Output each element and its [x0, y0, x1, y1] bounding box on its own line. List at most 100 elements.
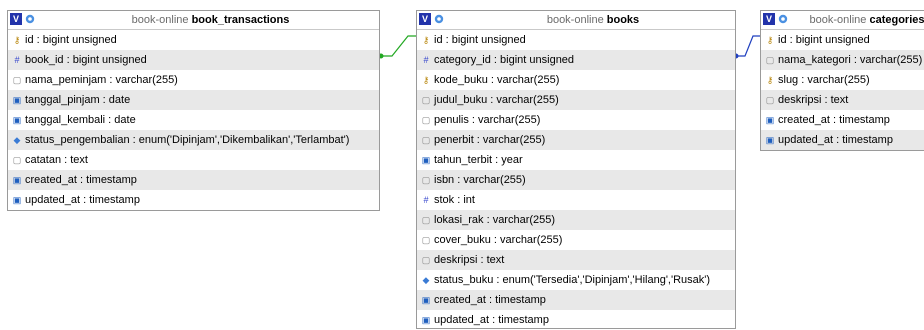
column-row[interactable]: ◆ status_pengembalian : enum('Dipinjam','… — [8, 130, 379, 150]
enum-field-icon: ◆ — [13, 135, 21, 145]
column-row[interactable]: ▣ tanggal_kembali : date — [8, 110, 379, 130]
date-field-icon: ▣ — [421, 155, 431, 165]
key-icon: ⚷ — [766, 75, 774, 85]
column-row[interactable]: ▢ penulis : varchar(255) — [417, 110, 735, 130]
column-label: created_at : timestamp — [434, 294, 546, 306]
column-row[interactable]: ▢ isbn : varchar(255) — [417, 170, 735, 190]
gear-icon[interactable] — [777, 13, 789, 25]
table-header[interactable]: Vbook-online categories — [761, 11, 924, 30]
column-label: created_at : timestamp — [25, 174, 137, 186]
header-icons: V — [10, 13, 36, 27]
column-label: id : bigint unsigned — [25, 34, 117, 46]
column-label: updated_at : timestamp — [434, 314, 549, 326]
column-row[interactable]: # category_id : bigint unsigned — [417, 50, 735, 70]
database-name: book-online — [131, 14, 189, 26]
table-book-transactions[interactable]: Vbook-online book_transactions ⚷ id : bigi… — [7, 10, 380, 211]
column-label: created_at : timestamp — [778, 114, 890, 126]
column-label: tahun_terbit : year — [434, 154, 523, 166]
table-name: categories — [869, 14, 924, 26]
column-row[interactable]: ▢ nama_kategori : varchar(255) — [761, 50, 924, 70]
column-label: status_pengembalian : enum('Dipinjam','D… — [25, 134, 350, 146]
table-header[interactable]: Vbook-online book_transactions — [8, 11, 379, 30]
date-field-icon: ▣ — [12, 95, 22, 105]
column-row[interactable]: ▣ created_at : timestamp — [761, 110, 924, 130]
date-field-icon: ▣ — [421, 295, 431, 305]
toggle-icon[interactable]: V — [419, 13, 431, 25]
column-row[interactable]: ▢ lokasi_rak : varchar(255) — [417, 210, 735, 230]
text-field-icon: ▢ — [421, 95, 431, 105]
column-row[interactable]: ▣ updated_at : timestamp — [761, 130, 924, 150]
gear-icon[interactable] — [24, 13, 36, 25]
column-label: penerbit : varchar(255) — [434, 134, 546, 146]
column-row[interactable]: ▣ tahun_terbit : year — [417, 150, 735, 170]
column-label: id : bigint unsigned — [778, 34, 870, 46]
text-field-icon: ▢ — [421, 235, 431, 245]
table-header[interactable]: Vbook-online books — [417, 11, 735, 30]
relation-line-books-categories — [736, 35, 760, 57]
key-icon: ⚷ — [13, 35, 21, 45]
column-label: penulis : varchar(255) — [434, 114, 541, 126]
column-row[interactable]: ▢ cover_buku : varchar(255) — [417, 230, 735, 250]
column-row[interactable]: ◆ status_buku : enum('Tersedia','Dipinjam… — [417, 270, 735, 290]
table-title: book-online book_transactions — [44, 11, 377, 29]
column-row[interactable]: ⚷ kode_buku : varchar(255) — [417, 70, 735, 90]
column-label: nama_kategori : varchar(255) — [778, 54, 923, 66]
column-row[interactable]: ▣ created_at : timestamp — [8, 170, 379, 190]
number-field-icon: # — [423, 195, 429, 205]
column-row[interactable]: ▣ tanggal_pinjam : date — [8, 90, 379, 110]
column-label: tanggal_pinjam : date — [25, 94, 131, 106]
table-categories[interactable]: Vbook-online categories ⚷ id : bigint unsi… — [760, 10, 924, 151]
enum-field-icon: ◆ — [422, 275, 430, 285]
database-name: book-online — [546, 14, 604, 26]
column-row[interactable]: ⚷ id : bigint unsigned — [761, 30, 924, 50]
toggle-icon[interactable]: V — [10, 13, 22, 25]
table-name: book_transactions — [191, 14, 290, 26]
text-field-icon: ▢ — [765, 95, 775, 105]
column-row[interactable]: ⚷ id : bigint unsigned — [417, 30, 735, 50]
table-name: books — [606, 14, 640, 26]
header-icons: V — [763, 13, 789, 27]
column-row[interactable]: ▢ deskripsi : text — [761, 90, 924, 110]
column-row[interactable]: # stok : int — [417, 190, 735, 210]
gear-icon[interactable] — [433, 13, 445, 25]
column-row[interactable]: ▢ deskripsi : text — [417, 250, 735, 270]
toggle-icon[interactable]: V — [763, 13, 775, 25]
column-row[interactable]: ⚷ slug : varchar(255) — [761, 70, 924, 90]
relation-line-transactions-books — [380, 35, 416, 57]
column-label: kode_buku : varchar(255) — [434, 74, 560, 86]
text-field-icon: ▢ — [765, 55, 775, 65]
column-label: tanggal_kembali : date — [25, 114, 136, 126]
text-field-icon: ▢ — [421, 255, 431, 265]
column-label: lokasi_rak : varchar(255) — [434, 214, 556, 226]
table-title: book-online books — [453, 11, 733, 29]
column-label: category_id : bigint unsigned — [434, 54, 575, 66]
column-label: catatan : text — [25, 154, 88, 166]
text-field-icon: ▢ — [421, 175, 431, 185]
key-icon: ⚷ — [766, 35, 774, 45]
column-label: status_buku : enum('Tersedia','Dipinjam'… — [434, 274, 711, 286]
column-label: deskripsi : text — [434, 254, 505, 266]
column-row[interactable]: ▣ updated_at : timestamp — [8, 190, 379, 210]
column-row[interactable]: # book_id : bigint unsigned — [8, 50, 379, 70]
column-row[interactable]: ▢ judul_buku : varchar(255) — [417, 90, 735, 110]
table-books[interactable]: Vbook-online books ⚷ id : bigint unsigned #… — [416, 10, 736, 329]
table-title: book-online categories — [797, 11, 924, 29]
column-label: judul_buku : varchar(255) — [434, 94, 559, 106]
column-label: stok : int — [434, 194, 475, 206]
column-label: slug : varchar(255) — [778, 74, 870, 86]
column-label: isbn : varchar(255) — [434, 174, 526, 186]
column-row[interactable]: ▣ updated_at : timestamp — [417, 310, 735, 330]
column-label: nama_peminjam : varchar(255) — [25, 74, 178, 86]
database-name: book-online — [809, 14, 867, 26]
column-row[interactable]: ▢ nama_peminjam : varchar(255) — [8, 70, 379, 90]
column-row[interactable]: ▣ created_at : timestamp — [417, 290, 735, 310]
column-row[interactable]: ▢ catatan : text — [8, 150, 379, 170]
date-field-icon: ▣ — [12, 175, 22, 185]
date-field-icon: ▣ — [765, 115, 775, 125]
column-row[interactable]: ▢ penerbit : varchar(255) — [417, 130, 735, 150]
column-label: cover_buku : varchar(255) — [434, 234, 563, 246]
column-label: updated_at : timestamp — [778, 134, 893, 146]
column-row[interactable]: ⚷ id : bigint unsigned — [8, 30, 379, 50]
text-field-icon: ▢ — [421, 115, 431, 125]
column-label: updated_at : timestamp — [25, 194, 140, 206]
